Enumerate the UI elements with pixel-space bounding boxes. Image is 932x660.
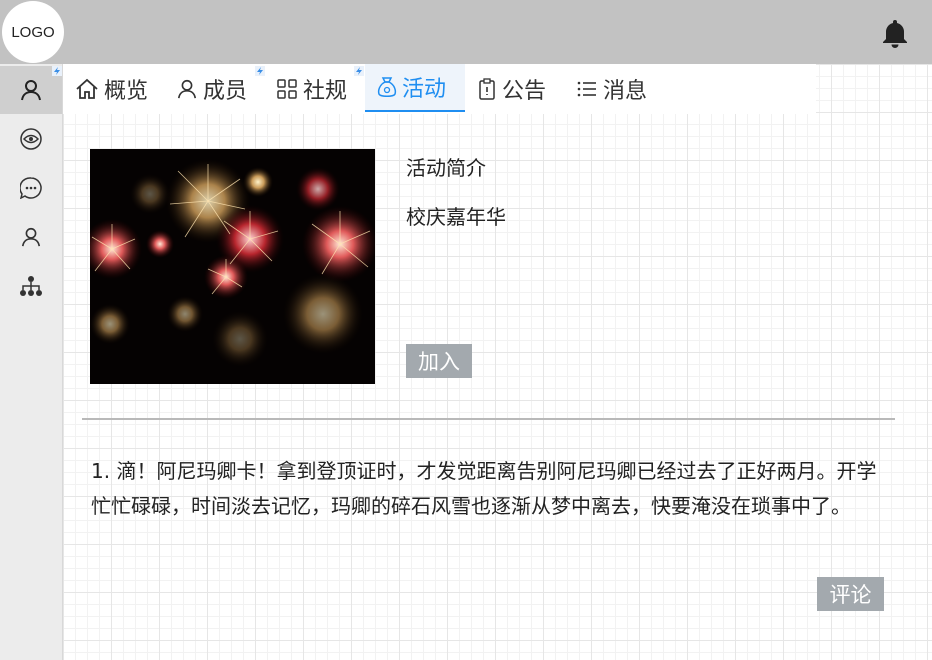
eye-icon	[20, 128, 42, 150]
user-icon	[177, 79, 197, 99]
top-bar: LOGO	[0, 0, 932, 64]
money-bag-icon	[377, 77, 397, 97]
grid-icon	[277, 79, 297, 99]
fireworks-image	[90, 149, 375, 384]
chat-icon	[20, 177, 42, 199]
sidebar	[0, 64, 63, 660]
comment-button[interactable]: 评论	[817, 577, 884, 611]
list-icon	[577, 81, 596, 97]
user-icon	[21, 80, 41, 101]
activity-intro-label: 活动简介	[406, 156, 486, 180]
tab-label: 成员	[203, 79, 248, 104]
comment-text: 1. 滴！阿尼玛卿卡！拿到登顶证时，才发觉距离告别阿尼玛卿已经过去了正好两月。开…	[91, 459, 877, 518]
divider	[82, 418, 895, 420]
tab-label: 活动	[402, 77, 447, 102]
tab-messages[interactable]: 消息	[576, 64, 647, 114]
sidebar-item-members[interactable]	[0, 213, 62, 261]
tab-label: 公告	[502, 79, 547, 104]
sidebar-item-structure[interactable]	[0, 262, 62, 310]
activity-name: 校庆嘉年华	[406, 205, 506, 229]
tab-label: 社规	[303, 79, 348, 104]
user-icon	[21, 227, 41, 247]
org-chart-icon	[20, 276, 42, 296]
clipboard-icon	[479, 78, 495, 100]
tab-rules[interactable]: 社规	[276, 64, 347, 114]
home-icon	[76, 78, 98, 99]
sidebar-item-overview[interactable]	[0, 115, 62, 163]
badge-bolt-icon	[255, 66, 265, 76]
join-button[interactable]: 加入	[406, 344, 472, 378]
tab-label: 概览	[104, 79, 149, 104]
badge-bolt-icon	[354, 66, 364, 76]
tab-activities[interactable]: 活动	[365, 64, 465, 112]
tab-overview[interactable]: 概览	[75, 64, 148, 114]
logo[interactable]: LOGO	[2, 1, 64, 63]
tab-bar: 概览 成员 社规 活动 公告 消息	[63, 64, 816, 114]
tab-members[interactable]: 成员	[176, 64, 247, 114]
bell-icon[interactable]	[879, 17, 911, 49]
tab-label: 消息	[603, 79, 648, 104]
tab-announcements[interactable]: 公告	[477, 64, 546, 114]
badge-bolt-icon	[52, 66, 62, 76]
sidebar-item-chat[interactable]	[0, 164, 62, 212]
